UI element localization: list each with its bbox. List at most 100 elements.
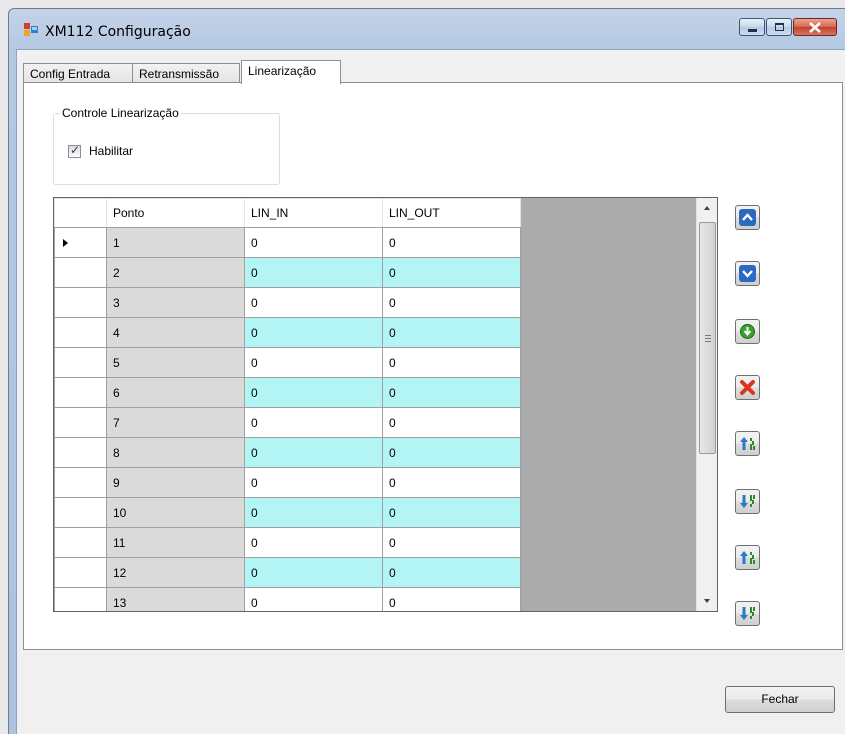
lin-out-cell[interactable]: 0	[382, 257, 521, 288]
column-header-ponto[interactable]: Ponto	[106, 198, 245, 228]
sort-ascending-icon	[740, 551, 755, 564]
ponto-cell[interactable]: 1	[106, 227, 245, 258]
sort-ascending-button-2[interactable]	[735, 545, 760, 570]
row-header[interactable]	[54, 527, 107, 558]
current-row-indicator-icon	[63, 239, 68, 247]
row-header[interactable]	[54, 347, 107, 378]
row-header[interactable]	[54, 587, 107, 611]
ponto-cell[interactable]: 4	[106, 317, 245, 348]
ponto-cell[interactable]: 6	[106, 377, 245, 408]
lin-in-cell[interactable]: 0	[244, 257, 383, 288]
ponto-cell[interactable]: 13	[106, 587, 245, 611]
table-row[interactable]: 6 0 0	[54, 377, 521, 408]
row-header[interactable]	[54, 377, 107, 408]
ponto-cell[interactable]: 10	[106, 497, 245, 528]
ponto-cell[interactable]: 5	[106, 347, 245, 378]
ponto-cell[interactable]: 8	[106, 437, 245, 468]
table-row[interactable]: 11 0 0	[54, 527, 521, 558]
ponto-cell[interactable]: 7	[106, 407, 245, 438]
lin-out-cell[interactable]: 0	[382, 227, 521, 258]
minimize-button[interactable]	[739, 18, 765, 36]
lin-out-cell[interactable]: 0	[382, 347, 521, 378]
sort-ascending-icon	[740, 437, 755, 450]
lin-in-cell[interactable]: 0	[244, 587, 383, 611]
sort-descending-button[interactable]	[735, 489, 760, 514]
row-header[interactable]	[54, 317, 107, 348]
table-row[interactable]: 3 0 0	[54, 287, 521, 318]
table-row[interactable]: 8 0 0	[54, 437, 521, 468]
lin-in-cell[interactable]: 0	[244, 377, 383, 408]
lin-in-cell[interactable]: 0	[244, 317, 383, 348]
lin-out-cell[interactable]: 0	[382, 407, 521, 438]
habilitar-checkbox[interactable]: ✓ Habilitar	[68, 143, 133, 158]
scroll-down-button[interactable]	[697, 590, 717, 611]
table-row[interactable]: 10 0 0	[54, 497, 521, 528]
table-row[interactable]: 13 0 0	[54, 587, 521, 611]
lin-in-cell[interactable]: 0	[244, 497, 383, 528]
lin-out-cell[interactable]: 0	[382, 557, 521, 588]
lin-in-cell[interactable]: 0	[244, 347, 383, 378]
scrollbar-thumb[interactable]	[699, 222, 716, 454]
ponto-cell[interactable]: 12	[106, 557, 245, 588]
ponto-cell[interactable]: 2	[106, 257, 245, 288]
lin-out-cell[interactable]: 0	[382, 587, 521, 611]
scroll-up-arrow-icon	[704, 206, 710, 210]
close-window-button[interactable]	[793, 18, 837, 36]
maximize-button[interactable]	[766, 18, 792, 36]
row-header[interactable]	[54, 557, 107, 588]
table-row[interactable]: 7 0 0	[54, 407, 521, 438]
table-row[interactable]: 12 0 0	[54, 557, 521, 588]
arrow-down-icon	[739, 265, 756, 282]
lin-in-cell[interactable]: 0	[244, 227, 383, 258]
table-row[interactable]: 1 0 0	[54, 227, 521, 258]
tab-config-entrada[interactable]: Config Entrada	[23, 63, 133, 83]
column-header-lin-in[interactable]: LIN_IN	[244, 198, 383, 228]
close-icon	[809, 22, 821, 33]
lin-out-cell[interactable]: 0	[382, 287, 521, 318]
lin-in-cell[interactable]: 0	[244, 437, 383, 468]
sort-descending-button-2[interactable]	[735, 601, 760, 626]
corner-header-cell[interactable]	[54, 198, 107, 228]
row-header[interactable]	[54, 257, 107, 288]
scroll-up-button[interactable]	[697, 198, 717, 219]
ponto-cell[interactable]: 9	[106, 467, 245, 498]
move-up-button[interactable]	[735, 205, 760, 230]
ponto-cell[interactable]: 3	[106, 287, 245, 318]
fechar-button[interactable]: Fechar	[725, 686, 835, 713]
row-header[interactable]	[54, 227, 107, 258]
vertical-scrollbar[interactable]	[696, 198, 717, 611]
table-row[interactable]: 5 0 0	[54, 347, 521, 378]
title-bar[interactable]: XM112 Configuração	[9, 9, 845, 49]
move-down-button[interactable]	[735, 261, 760, 286]
delete-row-button[interactable]	[735, 375, 760, 400]
lin-in-cell[interactable]: 0	[244, 557, 383, 588]
sort-ascending-button[interactable]	[735, 431, 760, 456]
row-header[interactable]	[54, 437, 107, 468]
table-row[interactable]: 9 0 0	[54, 467, 521, 498]
lin-in-cell[interactable]: 0	[244, 407, 383, 438]
lin-out-cell[interactable]: 0	[382, 317, 521, 348]
table-row[interactable]: 2 0 0	[54, 257, 521, 288]
row-header[interactable]	[54, 407, 107, 438]
lin-out-cell[interactable]: 0	[382, 377, 521, 408]
table-row[interactable]: 4 0 0	[54, 317, 521, 348]
ponto-cell[interactable]: 11	[106, 527, 245, 558]
lin-in-cell[interactable]: 0	[244, 527, 383, 558]
tab-linearizacao[interactable]: Linearização	[241, 60, 341, 84]
lin-out-cell[interactable]: 0	[382, 437, 521, 468]
linearizacao-data-grid[interactable]: Ponto LIN_IN LIN_OUT 1 0 0 2 0 0 3 0 0 4…	[53, 197, 718, 612]
delete-red-x-icon	[740, 380, 755, 395]
lin-in-cell[interactable]: 0	[244, 467, 383, 498]
checkbox-box[interactable]: ✓	[68, 143, 81, 158]
lin-out-cell[interactable]: 0	[382, 527, 521, 558]
tab-retransmissao[interactable]: Retransmissão	[132, 63, 240, 83]
row-header[interactable]	[54, 467, 107, 498]
row-header[interactable]	[54, 497, 107, 528]
lin-in-cell[interactable]: 0	[244, 287, 383, 318]
add-row-button[interactable]	[735, 319, 760, 344]
row-header[interactable]	[54, 287, 107, 318]
column-header-lin-out[interactable]: LIN_OUT	[382, 198, 521, 228]
add-green-icon	[740, 324, 755, 339]
lin-out-cell[interactable]: 0	[382, 497, 521, 528]
lin-out-cell[interactable]: 0	[382, 467, 521, 498]
